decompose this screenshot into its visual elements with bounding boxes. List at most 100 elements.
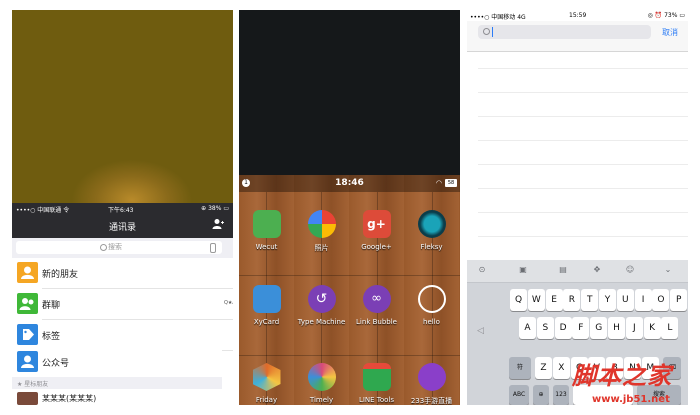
battery-icon: 58 xyxy=(445,179,457,187)
dismiss-arrow-icon[interactable]: ◁ xyxy=(477,326,484,336)
list-item-label: 公众号 xyxy=(42,359,70,369)
search-input[interactable]: 搜索 xyxy=(16,241,222,254)
app-label: 233手游直播 xyxy=(410,397,453,405)
symbol-key[interactable]: 符 xyxy=(509,357,531,379)
watermark-title: 脚本之家 xyxy=(572,362,672,390)
search-input[interactable] xyxy=(478,25,651,39)
key-q[interactable]: Q xyxy=(510,289,527,311)
wechat-contacts-screen: ••••○ 中国联通 令 下午6:43 ⊕ 38% ▭ 通讯录 搜索 新的朋友 … xyxy=(12,10,233,405)
divider xyxy=(478,92,688,93)
watermark-url: www.jb51.net xyxy=(592,394,670,405)
key-l[interactable]: L xyxy=(661,317,679,339)
divider xyxy=(478,188,688,189)
add-contact-icon[interactable] xyxy=(212,218,224,230)
app-label: Link Bubble xyxy=(356,318,397,326)
alphabet-index[interactable]: Q★ABCDEFGHIJKLMNOP xyxy=(224,300,233,307)
key-o[interactable]: O xyxy=(652,289,670,311)
app-type-machine[interactable]: ↺ Type Machine xyxy=(294,285,349,326)
app-hello[interactable]: hello xyxy=(404,285,459,326)
key-r[interactable]: R xyxy=(563,289,581,311)
key-w[interactable]: W xyxy=(527,289,545,311)
status-bar: ••••○ 中国移动 4G 15:59 ◎ ⏰ 73% ▭ xyxy=(467,10,688,21)
globe-icon[interactable]: ⊙ xyxy=(477,265,487,275)
list-item-contact[interactable]: 某某某(某某某) xyxy=(12,390,222,405)
divider xyxy=(478,236,688,237)
app-friday[interactable]: Friday xyxy=(239,363,294,404)
key-u[interactable]: U xyxy=(616,289,634,311)
key-a[interactable]: A xyxy=(519,317,536,339)
app-google-plus[interactable]: g+ Google+ xyxy=(349,210,404,251)
list-item-official-accounts[interactable]: 公众号 xyxy=(12,347,222,377)
list-item-tags[interactable]: 标签 xyxy=(12,320,222,350)
app-label: 照片 xyxy=(314,244,329,252)
search-placeholder: 搜索 xyxy=(108,243,122,251)
list-item-group-chats[interactable]: 群聊 xyxy=(12,289,222,319)
wecut-icon xyxy=(252,210,281,238)
app-fleksy[interactable]: Fleksy xyxy=(404,210,459,251)
abc-key[interactable]: ABC xyxy=(509,385,529,405)
key-p[interactable]: P xyxy=(670,289,688,311)
battery: ⊕ 38% ▭ xyxy=(201,205,229,212)
app-line-tools[interactable]: LINE Tools xyxy=(349,363,404,404)
dark-top-area xyxy=(239,10,460,175)
key-h[interactable]: H xyxy=(608,317,625,339)
emoji-icon[interactable]: ☺ xyxy=(625,265,635,275)
key-f[interactable]: F xyxy=(572,317,590,339)
key-k[interactable]: K xyxy=(643,317,661,339)
app-timely[interactable]: Timely xyxy=(294,363,349,404)
app-label: Wecut xyxy=(255,243,278,251)
microphone-icon[interactable] xyxy=(210,243,216,253)
timely-icon xyxy=(307,363,336,391)
key-g[interactable]: G xyxy=(590,317,608,339)
keyboard-toolbar: ⊙ ▣ ▤ ✥ ☺ ⌄ xyxy=(467,260,688,283)
app-label: Friday xyxy=(255,396,278,404)
tag-icon xyxy=(17,324,38,345)
list-item-new-friends[interactable]: 新的朋友 xyxy=(12,258,222,288)
section-header-starred: ★ 星标朋友 xyxy=(12,377,222,389)
key-e[interactable]: E xyxy=(545,289,563,311)
app-wecut[interactable]: Wecut xyxy=(239,210,294,251)
globe-key[interactable]: ⊕ xyxy=(533,385,549,405)
app-photos[interactable]: 照片 xyxy=(294,210,349,253)
speech-bubble-icon xyxy=(417,285,446,313)
key-j[interactable]: J xyxy=(625,317,643,339)
key-s[interactable]: S xyxy=(536,317,554,339)
app-link-bubble[interactable]: ∞ Link Bubble xyxy=(349,285,404,326)
key-t[interactable]: T xyxy=(581,289,599,311)
cancel-button[interactable]: 取消 xyxy=(662,27,678,38)
search-icon xyxy=(100,244,107,251)
clock: 下午6:43 xyxy=(108,207,134,214)
image-icon[interactable]: ▣ xyxy=(518,265,528,275)
key-i[interactable]: I xyxy=(634,289,652,311)
key-d[interactable]: D xyxy=(554,317,572,339)
section-header-label: ★ 星标朋友 xyxy=(17,381,49,388)
text-caret xyxy=(492,27,493,37)
keyboard-icon[interactable]: ▤ xyxy=(558,265,568,275)
link-icon: ∞ xyxy=(362,285,391,313)
blurred-background xyxy=(12,10,233,203)
gamepad-icon xyxy=(417,363,446,391)
divider xyxy=(478,116,688,117)
app-label: LINE Tools xyxy=(358,396,395,404)
app-label: Timely xyxy=(309,396,334,404)
search-bar: 取消 xyxy=(467,21,688,52)
list-item-label: 群聊 xyxy=(42,301,61,311)
cursor-move-icon[interactable]: ✥ xyxy=(592,265,602,275)
key-z[interactable]: Z xyxy=(535,357,552,379)
clock: 15:59 xyxy=(569,12,587,19)
clock: 18:46 xyxy=(335,178,364,188)
app-xycard[interactable]: XyCard xyxy=(239,285,294,326)
line-tools-icon xyxy=(362,363,391,391)
search-bar: 搜索 xyxy=(12,238,233,258)
key-y[interactable]: Y xyxy=(599,289,616,311)
photos-icon xyxy=(307,210,336,238)
xycard-icon xyxy=(252,285,281,313)
app-label: Fleksy xyxy=(420,243,443,251)
app-label: XyCard xyxy=(253,318,280,326)
search-icon xyxy=(483,28,490,35)
fleksy-icon xyxy=(417,210,446,238)
google-plus-icon: g+ xyxy=(362,210,391,238)
contact-name: 某某某(某某某) xyxy=(42,394,97,403)
collapse-icon[interactable]: ⌄ xyxy=(663,265,673,275)
app-233-live[interactable]: 233手游直播 xyxy=(404,363,459,405)
